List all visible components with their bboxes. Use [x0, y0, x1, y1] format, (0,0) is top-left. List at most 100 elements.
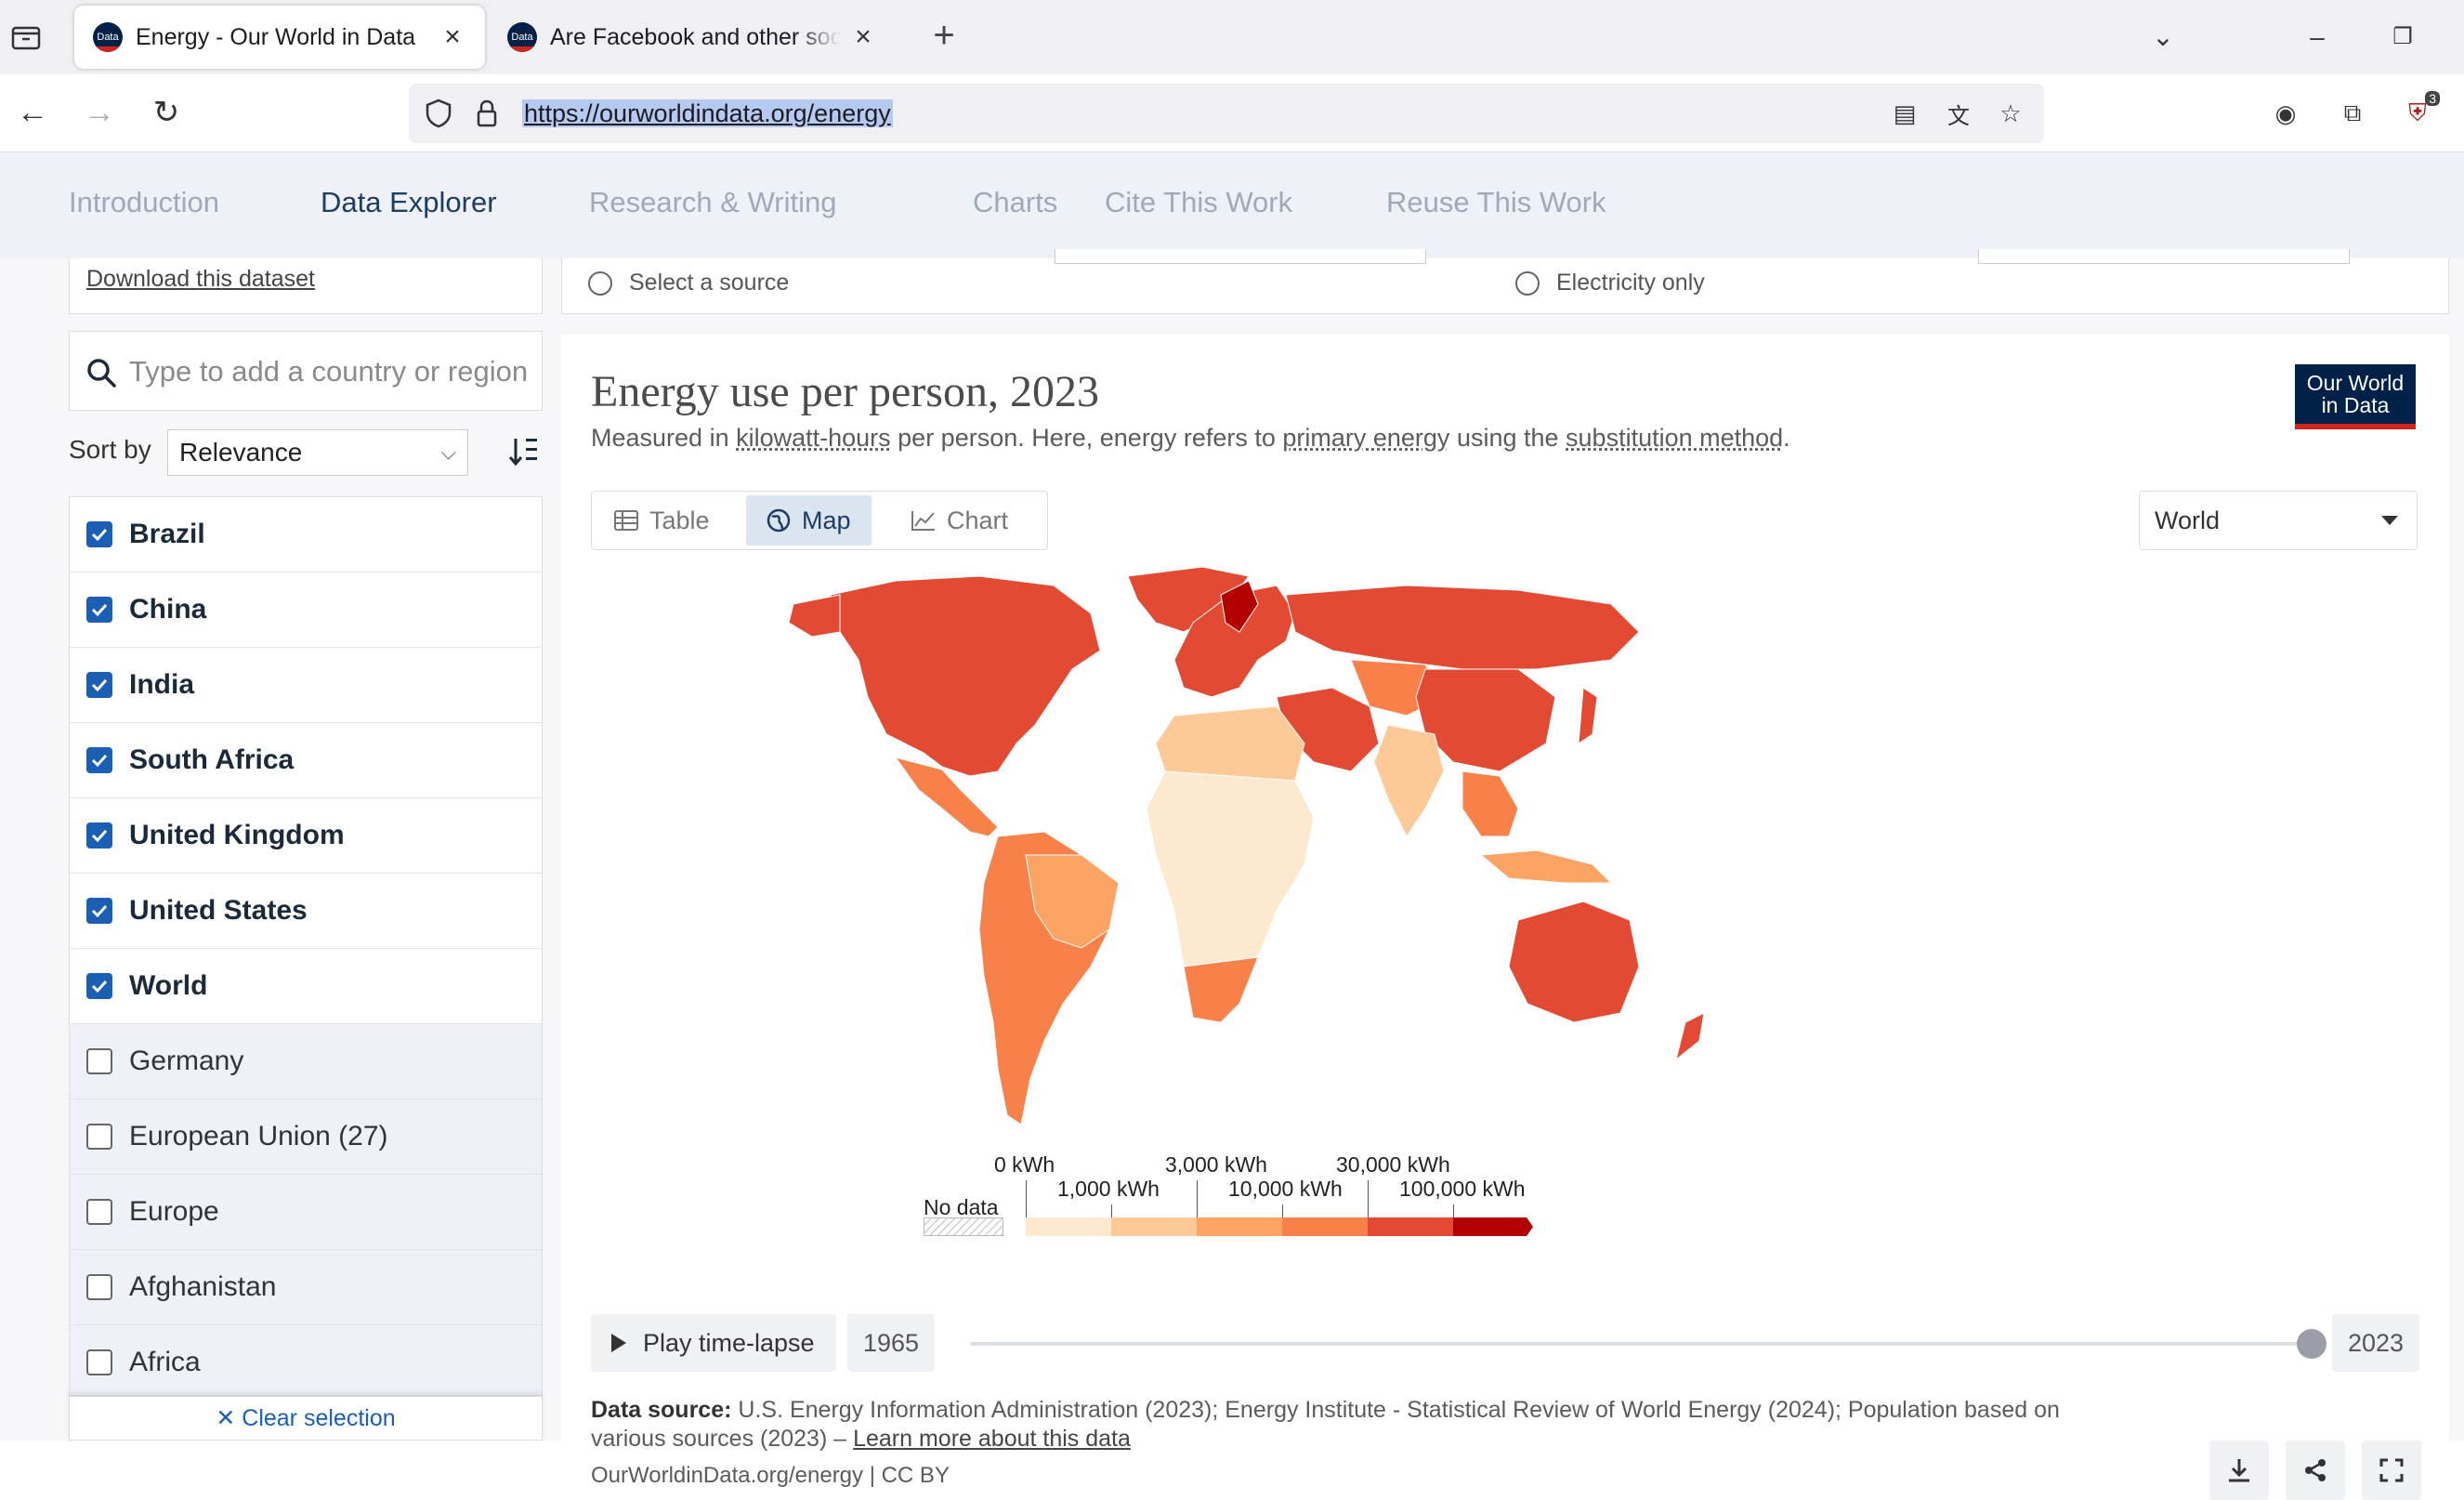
caret-down-icon — [2381, 516, 2398, 525]
data-source-text: Data source: U.S. Energy Information Adm… — [591, 1397, 2060, 1452]
lock-icon[interactable] — [470, 97, 504, 130]
legend-swatch — [1111, 1217, 1197, 1236]
nav-research-writing[interactable]: Research & Writing — [589, 186, 836, 219]
entity-row[interactable]: United Kingdom — [70, 798, 542, 874]
start-year-box[interactable]: 1965 — [847, 1314, 935, 1372]
entity-row[interactable]: China — [70, 572, 542, 648]
download-icon — [2229, 1459, 2249, 1482]
checkbox-unchecked-icon[interactable] — [86, 1048, 112, 1074]
back-arrow-icon[interactable]: ← — [11, 91, 54, 134]
fullscreen-icon — [2379, 1458, 2404, 1482]
nav-cite-this-work[interactable]: Cite This Work — [1105, 186, 1292, 219]
legend-label: 0 kWh — [994, 1152, 1055, 1177]
tab-table[interactable]: Table — [594, 495, 730, 546]
timeline-slider-thumb[interactable] — [2297, 1329, 2326, 1359]
play-timelapse-button[interactable]: Play time-lapse — [591, 1314, 836, 1372]
radio-select-source[interactable] — [588, 271, 612, 296]
entity-row[interactable]: United States — [70, 874, 542, 949]
dropdown-control[interactable] — [1978, 249, 2350, 264]
checkbox-checked-icon[interactable] — [86, 822, 112, 849]
checkbox-checked-icon[interactable] — [86, 747, 112, 773]
checkbox-checked-icon[interactable] — [86, 597, 112, 623]
owid-favicon-icon: Data — [507, 22, 537, 52]
ublock-icon[interactable]: ⛨ 3 — [2401, 91, 2440, 130]
close-icon: ✕ — [216, 1405, 236, 1431]
entity-row[interactable]: World — [70, 949, 542, 1024]
sort-select[interactable]: Relevance ⌵ — [167, 429, 468, 476]
entity-row[interactable]: South Africa — [70, 723, 542, 798]
nav-charts[interactable]: Charts — [973, 186, 1057, 219]
tab-overview-icon[interactable] — [9, 20, 43, 54]
entity-label: United Kingdom — [129, 820, 345, 850]
reload-icon[interactable]: ↻ — [145, 91, 188, 134]
account-icon[interactable]: ◉ — [2269, 97, 2302, 130]
entity-row[interactable]: European Union (27) — [70, 1099, 542, 1175]
region-select-value: World — [2155, 507, 2221, 534]
close-icon[interactable]: × — [439, 21, 466, 52]
owid-logo[interactable]: Our World in Data — [2295, 364, 2416, 429]
nav-reuse-this-work[interactable]: Reuse This Work — [1386, 186, 1606, 219]
learn-more-link[interactable]: Learn more about this data — [853, 1426, 1131, 1452]
entity-row[interactable]: Afghanistan — [70, 1250, 542, 1325]
map-legend: No data 0 kWh 3,000 kWh 30,000 kWh 1,000 kW… — [914, 1152, 1750, 1255]
region-select[interactable]: World — [2139, 491, 2418, 550]
browser-nav-bar: ← → ↻ https://ourworldindata.org/energy … — [0, 74, 2464, 152]
map-region-japan — [1578, 687, 1598, 744]
translate-icon[interactable]: 文 — [1942, 97, 1975, 130]
radio-electricity-only[interactable] — [1515, 271, 1540, 296]
clear-selection-button[interactable]: ✕ Clear selection — [69, 1396, 543, 1441]
minimize-icon[interactable]: – — [2299, 19, 2336, 56]
tab-map[interactable]: Map — [746, 495, 872, 546]
primary-energy-link[interactable]: primary energy — [1282, 424, 1449, 452]
close-icon[interactable]: × — [849, 21, 877, 52]
new-tab-plus-icon[interactable]: + — [925, 17, 963, 54]
dropdown-control[interactable] — [1055, 249, 1426, 264]
checkbox-checked-icon[interactable] — [86, 521, 112, 547]
checkbox-checked-icon[interactable] — [86, 973, 112, 999]
sort-direction-icon[interactable] — [507, 435, 541, 468]
entity-row[interactable]: Germany — [70, 1024, 542, 1099]
share-button[interactable] — [2286, 1441, 2345, 1500]
kilowatt-hours-link[interactable]: kilowatt-hours — [736, 424, 891, 452]
world-choropleth-map[interactable] — [701, 558, 1862, 1143]
bookmark-star-icon[interactable]: ☆ — [1994, 97, 2027, 130]
owid-section-nav: Introduction Data Explorer Research & Wr… — [0, 152, 2464, 258]
entity-row[interactable]: Europe — [70, 1175, 542, 1250]
reader-view-icon[interactable]: ▤ — [1888, 97, 1921, 130]
entity-label: China — [129, 594, 207, 625]
browser-tab-energy[interactable]: Data Energy - Our World in Data × — [74, 6, 485, 69]
extensions-icon[interactable]: ⧉ — [2336, 97, 2369, 130]
checkbox-unchecked-icon[interactable] — [86, 1199, 112, 1225]
shield-icon[interactable] — [422, 97, 455, 130]
end-year-box[interactable]: 2023 — [2332, 1314, 2419, 1372]
entity-row[interactable]: Brazil — [70, 497, 542, 572]
url-text[interactable]: https://ourworldindata.org/energy — [522, 97, 893, 130]
checkbox-checked-icon[interactable] — [86, 672, 112, 698]
map-region-southeast-asia — [1461, 770, 1519, 837]
fullscreen-button[interactable] — [2362, 1441, 2421, 1500]
checkbox-unchecked-icon[interactable] — [86, 1274, 112, 1300]
download-dataset-link[interactable]: Download this dataset — [86, 266, 315, 293]
tab-chart[interactable]: Chart — [891, 495, 1029, 546]
download-button[interactable] — [2209, 1441, 2269, 1500]
checkbox-checked-icon[interactable] — [86, 898, 112, 924]
browser-tab-facebook[interactable]: Data Are Facebook and other social media… — [489, 6, 896, 69]
nav-data-explorer[interactable]: Data Explorer — [321, 186, 497, 219]
tab-list-chevron-icon[interactable]: ⌄ — [2144, 19, 2182, 56]
legend-label: 30,000 kWh — [1336, 1152, 1450, 1177]
clear-selection-label: Clear selection — [242, 1405, 396, 1431]
legend-swatch — [1026, 1217, 1111, 1236]
timeline-slider-track[interactable] — [970, 1342, 2312, 1346]
forward-arrow-icon[interactable]: → — [78, 91, 121, 134]
substitution-method-link[interactable]: substitution method — [1566, 424, 1783, 452]
entity-search-input[interactable] — [129, 349, 529, 395]
url-bar[interactable]: https://ourworldindata.org/energy ▤ 文 ☆ — [409, 84, 2044, 143]
owid-favicon-icon: Data — [93, 22, 123, 52]
restore-icon[interactable]: ❐ — [2384, 19, 2421, 56]
checkbox-unchecked-icon[interactable] — [86, 1349, 112, 1375]
legend-tick — [1197, 1180, 1198, 1217]
nav-introduction[interactable]: Introduction — [69, 186, 219, 219]
entity-row[interactable]: Africa — [70, 1325, 542, 1395]
checkbox-unchecked-icon[interactable] — [86, 1124, 112, 1150]
entity-row[interactable]: India — [70, 648, 542, 723]
